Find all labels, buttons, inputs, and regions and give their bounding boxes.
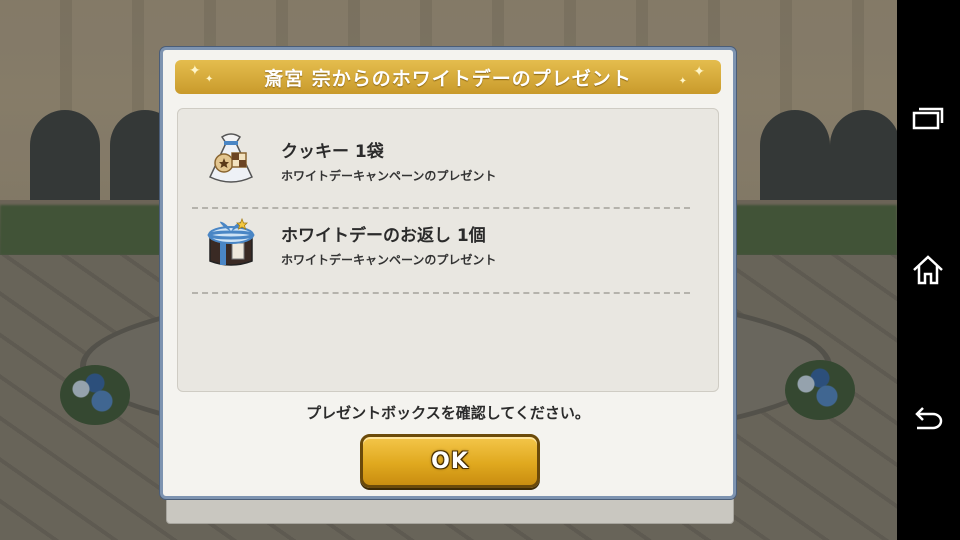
reward-description: ホワイトデーキャンペーンのプレゼント [281,253,497,267]
android-nav-bar [897,0,960,540]
dialog-title: 斎宮 宗からのホワイトデーのプレゼント [264,67,632,90]
back-icon[interactable] [911,403,945,437]
gift-box-icon [202,213,260,271]
title-banner: ✦ ✦ ✦ ✦ 斎宮 宗からのホワイトデーのプレゼント [175,60,721,94]
home-icon[interactable] [911,253,945,287]
reward-item: ホワイトデーのお返し 1個 ホワイトデーキャンペーンのプレゼント [178,199,718,279]
ok-button[interactable]: OK [360,434,540,488]
reward-name: クッキー 1袋 [281,142,384,162]
divider [192,292,690,294]
confirm-message: プレゼントボックスを確認してください。 [306,404,590,422]
reward-description: ホワイトデーキャンペーンのプレゼント [281,169,497,183]
reward-item: クッキー 1袋 ホワイトデーキャンペーンのプレゼント [178,115,718,195]
sparkle-icon: ✦ [693,64,705,80]
reward-list: クッキー 1袋 ホワイトデーキャンペーンのプレゼント ホワイトデーのお返し 1個 [177,108,719,392]
present-dialog: ✦ ✦ ✦ ✦ 斎宮 宗からのホワイトデーのプレゼント クッキー 1袋 ホワイト… [160,47,736,499]
sparkle-icon: ✦ [678,76,687,87]
cookie-bag-icon [202,129,260,187]
recent-apps-icon[interactable] [911,103,945,137]
sparkle-icon: ✦ [205,74,214,85]
sparkle-icon: ✦ [189,63,201,79]
reward-name: ホワイトデーのお返し 1個 [281,226,486,246]
ok-button-label: OK [431,448,469,474]
